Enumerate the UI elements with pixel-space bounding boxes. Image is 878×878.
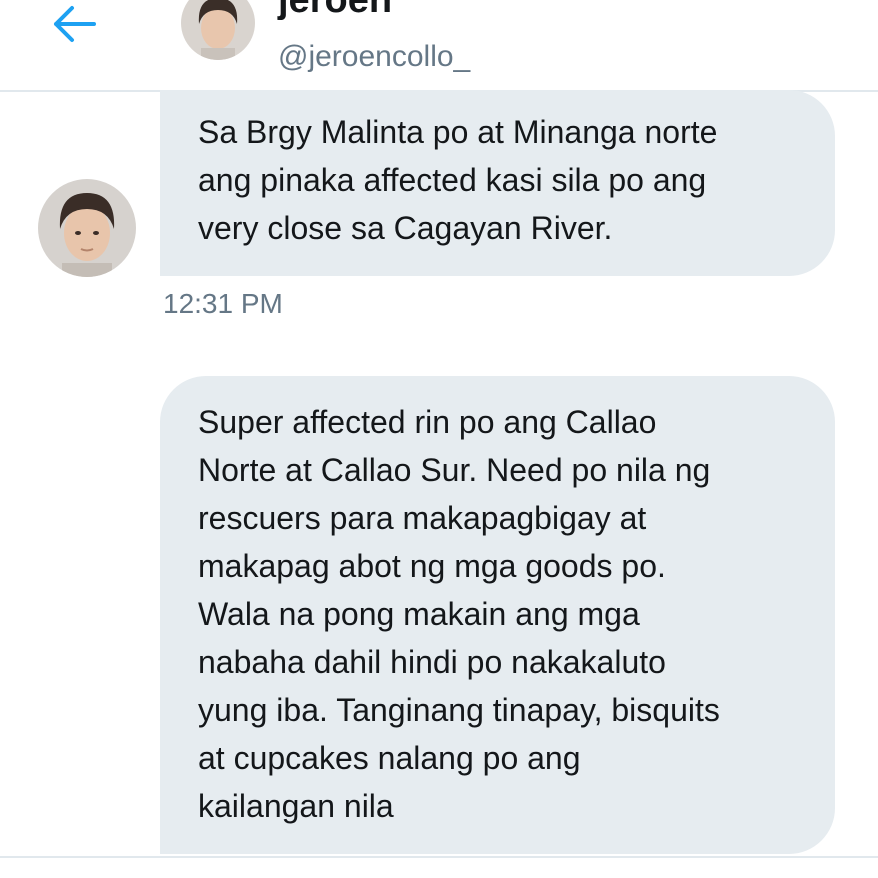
message-bubble[interactable]: Super affected rin po ang Callao Norte a…	[160, 376, 835, 854]
divider	[0, 856, 878, 858]
sender-avatar[interactable]	[38, 179, 136, 277]
message-text: Sa Brgy Malinta po at Minanga norte ang …	[198, 114, 718, 246]
message-bubble[interactable]: Sa Brgy Malinta po at Minanga norte ang …	[160, 90, 835, 276]
header-username[interactable]: @jeroencollo_	[278, 39, 470, 75]
message-timestamp: 12:31 PM	[163, 288, 283, 319]
dm-conversation-screen: jeroen @jeroencollo_ Sa Brgy Malinta po …	[0, 0, 878, 878]
conversation-header: jeroen @jeroencollo_	[0, 0, 878, 92]
arrow-left-icon[interactable]	[52, 4, 98, 44]
message-text: Super affected rin po ang Callao Norte a…	[198, 404, 720, 824]
header-display-name[interactable]: jeroen	[278, 0, 392, 22]
header-avatar[interactable]	[181, 0, 255, 60]
